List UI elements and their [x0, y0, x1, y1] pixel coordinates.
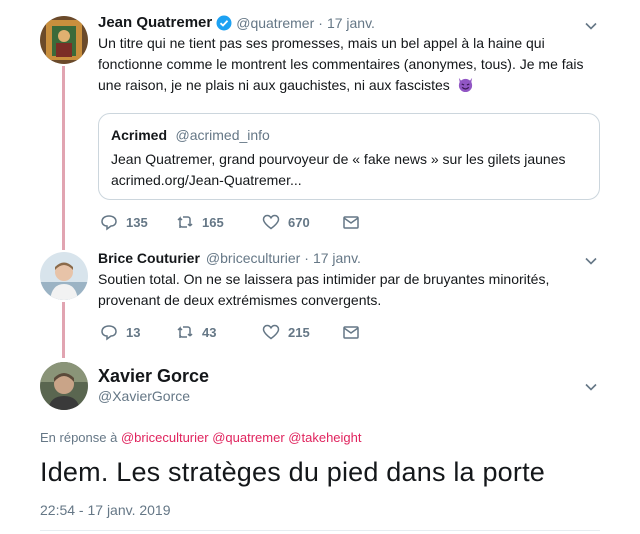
tweet-header: Jean Quatremer @quatremer · 17 janv. [98, 14, 375, 31]
chevron-down-icon[interactable] [584, 380, 598, 394]
main-author-name[interactable]: Xavier Gorce [98, 366, 209, 387]
verified-badge-icon [216, 15, 232, 31]
tweet-text: Un titre qui ne tient pas ses promesses,… [98, 33, 598, 96]
author-handle[interactable]: @briceculturier [206, 250, 300, 266]
heart-icon [262, 214, 280, 230]
smiling-devil-emoji-icon [458, 77, 472, 93]
reply-prefix: En réponse à [40, 430, 118, 445]
tweet-timestamp[interactable]: 22:54 - 17 janv. 2019 [40, 502, 171, 518]
retweet-icon [177, 326, 193, 338]
tweet-text-line: Un titre qui ne tient pas ses promesses,… [98, 35, 545, 51]
separator-dot: · [304, 250, 309, 266]
author-handle[interactable]: @quatremer [236, 15, 314, 31]
chevron-down-icon[interactable] [584, 19, 598, 33]
retweet-count: 165 [202, 214, 224, 230]
main-author-handle[interactable]: @XavierGorce [98, 388, 190, 404]
retweet-button[interactable]: 43 [176, 323, 262, 341]
quote-author-handle: @acrimed_info [175, 127, 270, 143]
like-button[interactable]: 215 [262, 323, 342, 341]
avatar[interactable] [40, 362, 88, 410]
chevron-down-icon[interactable] [584, 254, 598, 268]
avatar[interactable] [40, 252, 88, 300]
envelope-icon [343, 326, 359, 339]
author-name[interactable]: Brice Couturier [98, 250, 200, 266]
reply-context: En réponse à @briceculturier @quatremer … [40, 430, 362, 445]
thread-line [62, 302, 65, 358]
divider [40, 530, 600, 531]
tweet-date[interactable]: 17 janv. [313, 250, 361, 266]
like-count: 215 [288, 324, 310, 340]
quote-text: Jean Quatremer, grand pourvoyeur de « fa… [111, 149, 591, 191]
tweet-text-line: provenant de deux extrémismes convergent… [98, 292, 382, 308]
direct-message-button[interactable] [342, 213, 360, 231]
envelope-icon [343, 216, 359, 229]
reply-count: 135 [126, 214, 148, 230]
heart-icon [262, 324, 280, 340]
main-tweet-text: Idem. Les stratèges du pied dans la port… [40, 457, 546, 487]
retweet-button[interactable]: 165 [176, 213, 262, 231]
retweet-count: 43 [202, 324, 217, 340]
reply-button[interactable]: 135 [100, 213, 176, 231]
tweet-text: Soutien total. On ne se laissera pas int… [98, 269, 598, 311]
mention-link[interactable]: @briceculturier [121, 430, 209, 445]
reply-button[interactable]: 13 [100, 323, 176, 341]
author-name[interactable]: Jean Quatremer [98, 14, 212, 31]
reply-icon [101, 215, 117, 231]
quote-link: acrimed.org/Jean-Quatremer... [111, 172, 302, 188]
thread-line [62, 66, 65, 250]
tweet-actions: 135 165 670 [100, 213, 360, 231]
like-button[interactable]: 670 [262, 213, 342, 231]
quote-author-name: Acrimed [111, 127, 168, 143]
mention-link[interactable]: @takeheight [288, 430, 361, 445]
tweet-text-line: fonctionne comme le montrent les comment… [98, 56, 584, 72]
avatar[interactable] [40, 16, 88, 64]
tweet-text-line: une raison, je ne plais ni aux gauchiste… [98, 75, 598, 96]
retweet-icon [177, 216, 193, 228]
mention-link[interactable]: @quatremer [212, 430, 284, 445]
tweet-text-line: Soutien total. On ne se laissera pas int… [98, 271, 550, 287]
reply-count: 13 [126, 324, 141, 340]
like-count: 670 [288, 214, 310, 230]
direct-message-button[interactable] [342, 323, 360, 341]
reply-icon [101, 325, 117, 341]
quote-text-line: Jean Quatremer, grand pourvoyeur de « fa… [111, 151, 566, 167]
tweet-date[interactable]: 17 janv. [327, 15, 375, 31]
separator-dot: · [318, 14, 323, 31]
tweet-header: Brice Couturier @briceculturier · 17 jan… [98, 250, 361, 266]
quote-header: Acrimed @acrimed_info [111, 127, 270, 145]
quoted-tweet-card[interactable]: Acrimed @acrimed_info Jean Quatremer, gr… [98, 113, 600, 200]
tweet-actions: 13 43 215 [100, 323, 360, 341]
